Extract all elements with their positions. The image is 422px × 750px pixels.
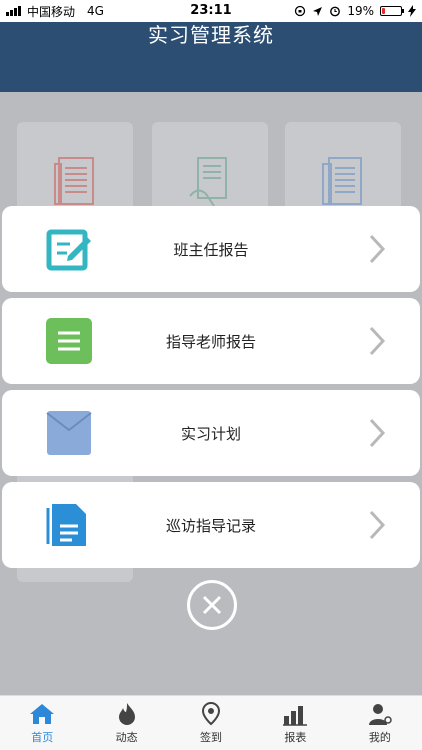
tab-profile[interactable]: 我的 bbox=[338, 696, 422, 750]
tab-label: 首页 bbox=[31, 731, 54, 744]
menu-item-label: 实习计划 bbox=[180, 425, 241, 443]
menu-item-visit-record[interactable]: 巡访指导记录 bbox=[2, 482, 420, 568]
chevron-right-icon bbox=[369, 418, 386, 448]
chevron-right-icon bbox=[369, 234, 386, 264]
menu-item-label: 指导老师报告 bbox=[165, 333, 256, 351]
app-header: 实习管理系统 bbox=[0, 22, 422, 92]
tab-label: 我的 bbox=[368, 731, 391, 744]
user-icon bbox=[368, 704, 392, 725]
tab-activity[interactable]: 动态 bbox=[84, 696, 168, 750]
chevron-right-icon bbox=[369, 326, 386, 356]
menu-item-label: 班主任报告 bbox=[173, 241, 249, 259]
document-icon bbox=[322, 157, 362, 205]
tab-label: 签到 bbox=[200, 731, 223, 744]
menu-item-headteacher-report[interactable]: 班主任报告 bbox=[2, 206, 420, 292]
close-menu-button[interactable] bbox=[187, 580, 237, 630]
bottom-tab-bar: 首页 动态 签到 报表 我的 bbox=[0, 695, 422, 750]
tab-label: 动态 bbox=[115, 731, 138, 744]
bar-chart-icon bbox=[283, 706, 308, 726]
chevron-right-icon bbox=[369, 510, 386, 540]
newspaper-icon bbox=[54, 157, 94, 205]
flame-icon bbox=[118, 703, 135, 725]
tab-checkin[interactable]: 签到 bbox=[169, 696, 253, 750]
tab-label: 报表 bbox=[284, 731, 307, 744]
page-title: 实习管理系统 bbox=[148, 23, 274, 47]
tab-reports[interactable]: 报表 bbox=[253, 696, 337, 750]
home-icon bbox=[30, 704, 55, 724]
menu-item-internship-plan[interactable]: 实习计划 bbox=[2, 390, 420, 476]
location-pin-icon bbox=[202, 702, 221, 726]
close-icon bbox=[202, 595, 222, 615]
menu-item-label: 巡访指导记录 bbox=[165, 517, 256, 535]
hand-book-icon bbox=[189, 157, 227, 207]
menu-item-instructor-report[interactable]: 指导老师报告 bbox=[2, 298, 420, 384]
tab-home[interactable]: 首页 bbox=[0, 696, 84, 750]
